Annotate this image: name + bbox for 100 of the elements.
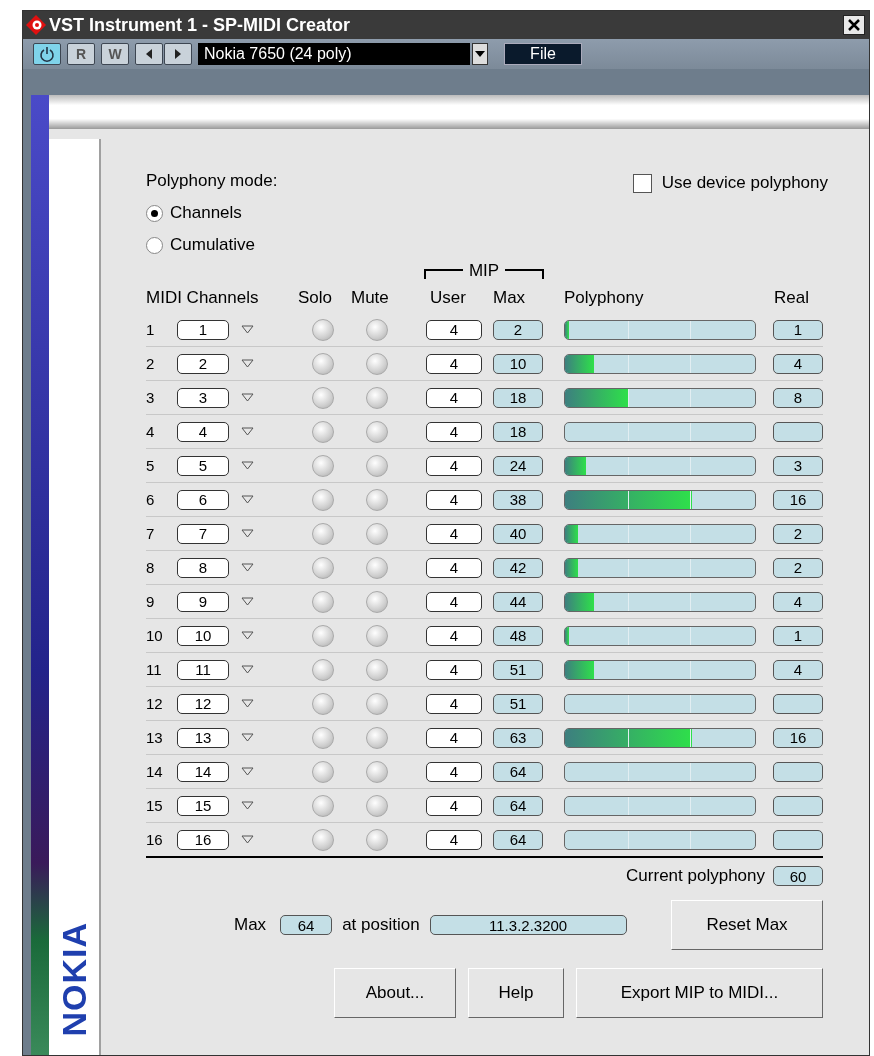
mute-led[interactable] [366,386,388,409]
dropdown-button[interactable] [472,43,488,65]
user-field[interactable]: 4 [426,591,482,612]
user-field[interactable]: 4 [426,829,482,850]
user-field[interactable]: 4 [426,557,482,578]
mute-led[interactable] [366,794,388,817]
mute-led[interactable] [366,352,388,375]
mute-led[interactable] [366,556,388,579]
dropdown-icon[interactable] [241,767,254,776]
checkbox-label[interactable]: Use device polyphony [661,173,828,193]
user-field[interactable]: 4 [426,761,482,782]
user-field[interactable]: 4 [426,489,482,510]
read-button[interactable]: R [67,43,95,65]
mute-led[interactable] [366,590,388,613]
user-field[interactable]: 4 [426,319,482,340]
solo-led[interactable] [312,454,334,477]
mute-led[interactable] [366,522,388,545]
solo-led[interactable] [312,726,334,749]
channel-field[interactable]: 1 [177,319,229,340]
mute-led[interactable] [366,624,388,647]
user-field[interactable]: 4 [426,659,482,680]
dropdown-icon[interactable] [241,665,254,674]
dropdown-icon[interactable] [241,631,254,640]
dropdown-icon[interactable] [241,563,254,572]
channel-field[interactable]: 12 [177,693,229,714]
solo-led[interactable] [312,692,334,715]
channel-field[interactable]: 13 [177,727,229,748]
dropdown-icon[interactable] [241,733,254,742]
dropdown-icon[interactable] [241,529,254,538]
radio-label[interactable]: Cumulative [170,235,256,255]
mute-led[interactable] [366,454,388,477]
power-button[interactable] [33,43,61,65]
user-field[interactable]: 4 [426,795,482,816]
dropdown-icon[interactable] [241,461,254,470]
channel-field[interactable]: 7 [177,523,229,544]
solo-led[interactable] [312,794,334,817]
solo-led[interactable] [312,352,334,375]
solo-led[interactable] [312,386,334,409]
channel-field[interactable]: 15 [177,795,229,816]
solo-led[interactable] [312,828,334,851]
dialog-button[interactable]: About... [334,968,456,1018]
radio-button[interactable] [146,204,163,222]
channel-field[interactable]: 4 [177,421,229,442]
channel-field[interactable]: 16 [177,829,229,850]
radio-button[interactable] [146,236,163,254]
solo-led[interactable] [312,760,334,783]
dropdown-icon[interactable] [241,359,254,368]
checkbox[interactable] [632,173,652,193]
channel-field[interactable]: 14 [177,761,229,782]
file-button[interactable]: File [504,43,582,65]
channel-field[interactable]: 11 [177,659,229,680]
dropdown-icon[interactable] [241,325,254,334]
max-value: 51 [493,659,543,680]
channel-field[interactable]: 2 [177,353,229,374]
user-field[interactable]: 4 [426,421,482,442]
solo-led[interactable] [312,624,334,647]
mute-led[interactable] [366,488,388,511]
mute-led[interactable] [366,692,388,715]
close-button[interactable] [843,15,865,35]
write-button[interactable]: W [101,43,129,65]
dropdown-icon[interactable] [241,597,254,606]
solo-led[interactable] [312,318,334,341]
user-field[interactable]: 4 [426,693,482,714]
solo-led[interactable] [312,420,334,443]
dropdown-icon[interactable] [241,801,254,810]
channel-field[interactable]: 6 [177,489,229,510]
dialog-button[interactable]: Export MIP to MIDI... [576,968,823,1018]
previous-button[interactable] [135,43,163,65]
channel-field[interactable]: 8 [177,557,229,578]
solo-led[interactable] [312,522,334,545]
channel-field[interactable]: 5 [177,455,229,476]
dropdown-icon[interactable] [241,393,254,402]
dropdown-icon[interactable] [241,835,254,844]
next-button[interactable] [164,43,192,65]
channel-field[interactable]: 3 [177,387,229,408]
user-field[interactable]: 4 [426,387,482,408]
user-field[interactable]: 4 [426,625,482,646]
radio-label[interactable]: Channels [170,203,242,223]
solo-led[interactable] [312,590,334,613]
reset-max-button[interactable]: Reset Max [671,900,823,950]
mute-led[interactable] [366,760,388,783]
solo-led[interactable] [312,556,334,579]
dropdown-icon[interactable] [241,699,254,708]
dialog-button[interactable]: Help [468,968,564,1018]
solo-led[interactable] [312,488,334,511]
mute-led[interactable] [366,828,388,851]
solo-led[interactable] [312,658,334,681]
channel-field[interactable]: 10 [177,625,229,646]
user-field[interactable]: 4 [426,455,482,476]
preset-field[interactable]: Nokia 7650 (24 poly) [198,43,470,65]
user-field[interactable]: 4 [426,727,482,748]
dropdown-icon[interactable] [241,495,254,504]
mute-led[interactable] [366,420,388,443]
dropdown-icon[interactable] [241,427,254,436]
mute-led[interactable] [366,658,388,681]
mute-led[interactable] [366,318,388,341]
user-field[interactable]: 4 [426,523,482,544]
user-field[interactable]: 4 [426,353,482,374]
mute-led[interactable] [366,726,388,749]
channel-field[interactable]: 9 [177,591,229,612]
